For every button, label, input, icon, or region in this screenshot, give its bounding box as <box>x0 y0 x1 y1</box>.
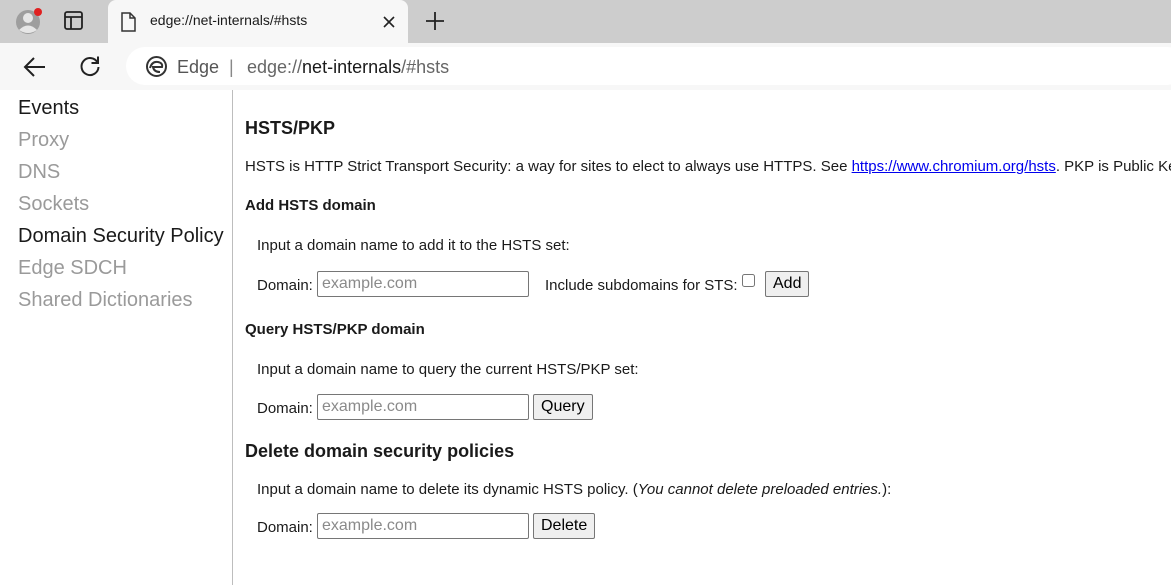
query-hsts-heading: Query HSTS/PKP domain <box>245 321 425 338</box>
delete-instructions-text: Input a domain name to delete its dynami… <box>257 481 638 498</box>
query-hsts-instructions: Input a domain name to query the current… <box>257 361 639 378</box>
add-button[interactable]: Add <box>765 271 810 297</box>
add-hsts-form: Domain: Include subdomains for STS: Add <box>257 271 857 299</box>
delete-policies-heading: Delete domain security policies <box>245 441 515 461</box>
sidebar-item-proxy[interactable]: Proxy <box>18 129 69 152</box>
sidebar-item-edge-sdch[interactable]: Edge SDCH <box>18 257 127 280</box>
url-path: /#hsts <box>401 57 450 77</box>
delete-policies-instructions: Input a domain name to delete its dynami… <box>257 481 891 498</box>
add-hsts-heading: Add HSTS domain <box>245 197 376 214</box>
delete-instructions-end: ): <box>882 481 892 498</box>
profile-avatar-icon[interactable] <box>15 7 43 35</box>
query-domain-input[interactable] <box>317 394 529 420</box>
address-bar[interactable]: Edge | edge://net-internals/#hsts <box>126 47 1171 85</box>
query-button[interactable]: Query <box>533 394 593 420</box>
description-text-continued: . PKP is Public Key Pinning <box>1055 158 1171 175</box>
address-separator: | <box>229 57 234 77</box>
query-hsts-form: Domain: Query <box>257 394 657 422</box>
reload-icon[interactable] <box>78 54 102 78</box>
url-text: edge://net-internals/#hsts <box>247 57 449 78</box>
include-subdomains-checkbox[interactable] <box>742 274 755 287</box>
edge-logo-icon <box>146 56 167 77</box>
description-text: HSTS is HTTP Strict Transport Security: … <box>245 158 852 175</box>
url-scheme: edge:// <box>247 57 303 77</box>
main-panel: HSTS/PKP HSTS is HTTP Strict Transport S… <box>245 90 1171 585</box>
delete-policies-form: Domain: Delete <box>257 513 657 541</box>
add-hsts-instructions: Input a domain name to add it to the HST… <box>257 237 570 254</box>
sidebar-item-domain-security-policy[interactable]: Domain Security Policy <box>18 225 224 248</box>
edge-brand-label: Edge <box>177 57 220 77</box>
chromium-hsts-link[interactable]: https://www.chromium.org/hsts <box>852 158 1056 175</box>
sidebar-item-dns[interactable]: DNS <box>18 161 60 184</box>
active-tab[interactable]: edge://net-internals/#hsts <box>108 0 408 43</box>
page-icon <box>120 12 136 32</box>
include-subdomains-label: Include subdomains for STS: <box>545 277 738 294</box>
close-tab-icon[interactable] <box>380 13 398 31</box>
url-host: net-internals <box>302 57 402 77</box>
sidebar-item-shared-dictionaries[interactable]: Shared Dictionaries <box>18 289 193 312</box>
toolbar: Edge | edge://net-internals/#hsts <box>0 43 1171 90</box>
tab-strip: edge://net-internals/#hsts <box>0 0 1171 43</box>
delete-domain-input[interactable] <box>317 513 529 539</box>
tab-title: edge://net-internals/#hsts <box>150 12 308 28</box>
hsts-description: HSTS is HTTP Strict Transport Security: … <box>245 158 1171 175</box>
delete-instructions-note: You cannot delete preloaded entries. <box>637 481 883 498</box>
sidebar: Events Proxy DNS Sockets Domain Security… <box>6 90 233 585</box>
back-arrow-icon[interactable] <box>22 55 48 79</box>
new-tab-icon[interactable] <box>424 10 446 32</box>
page-title: HSTS/PKP <box>245 118 336 138</box>
delete-button[interactable]: Delete <box>533 513 596 539</box>
sidebar-item-sockets[interactable]: Sockets <box>18 193 89 216</box>
add-domain-label: Domain: <box>257 277 313 294</box>
add-domain-input[interactable] <box>317 271 529 297</box>
page-content: Events Proxy DNS Sockets Domain Security… <box>0 90 1171 585</box>
delete-domain-label: Domain: <box>257 519 313 536</box>
query-domain-label: Domain: <box>257 400 313 417</box>
sidebar-item-events[interactable]: Events <box>18 97 79 120</box>
tab-actions-icon[interactable] <box>62 10 86 32</box>
